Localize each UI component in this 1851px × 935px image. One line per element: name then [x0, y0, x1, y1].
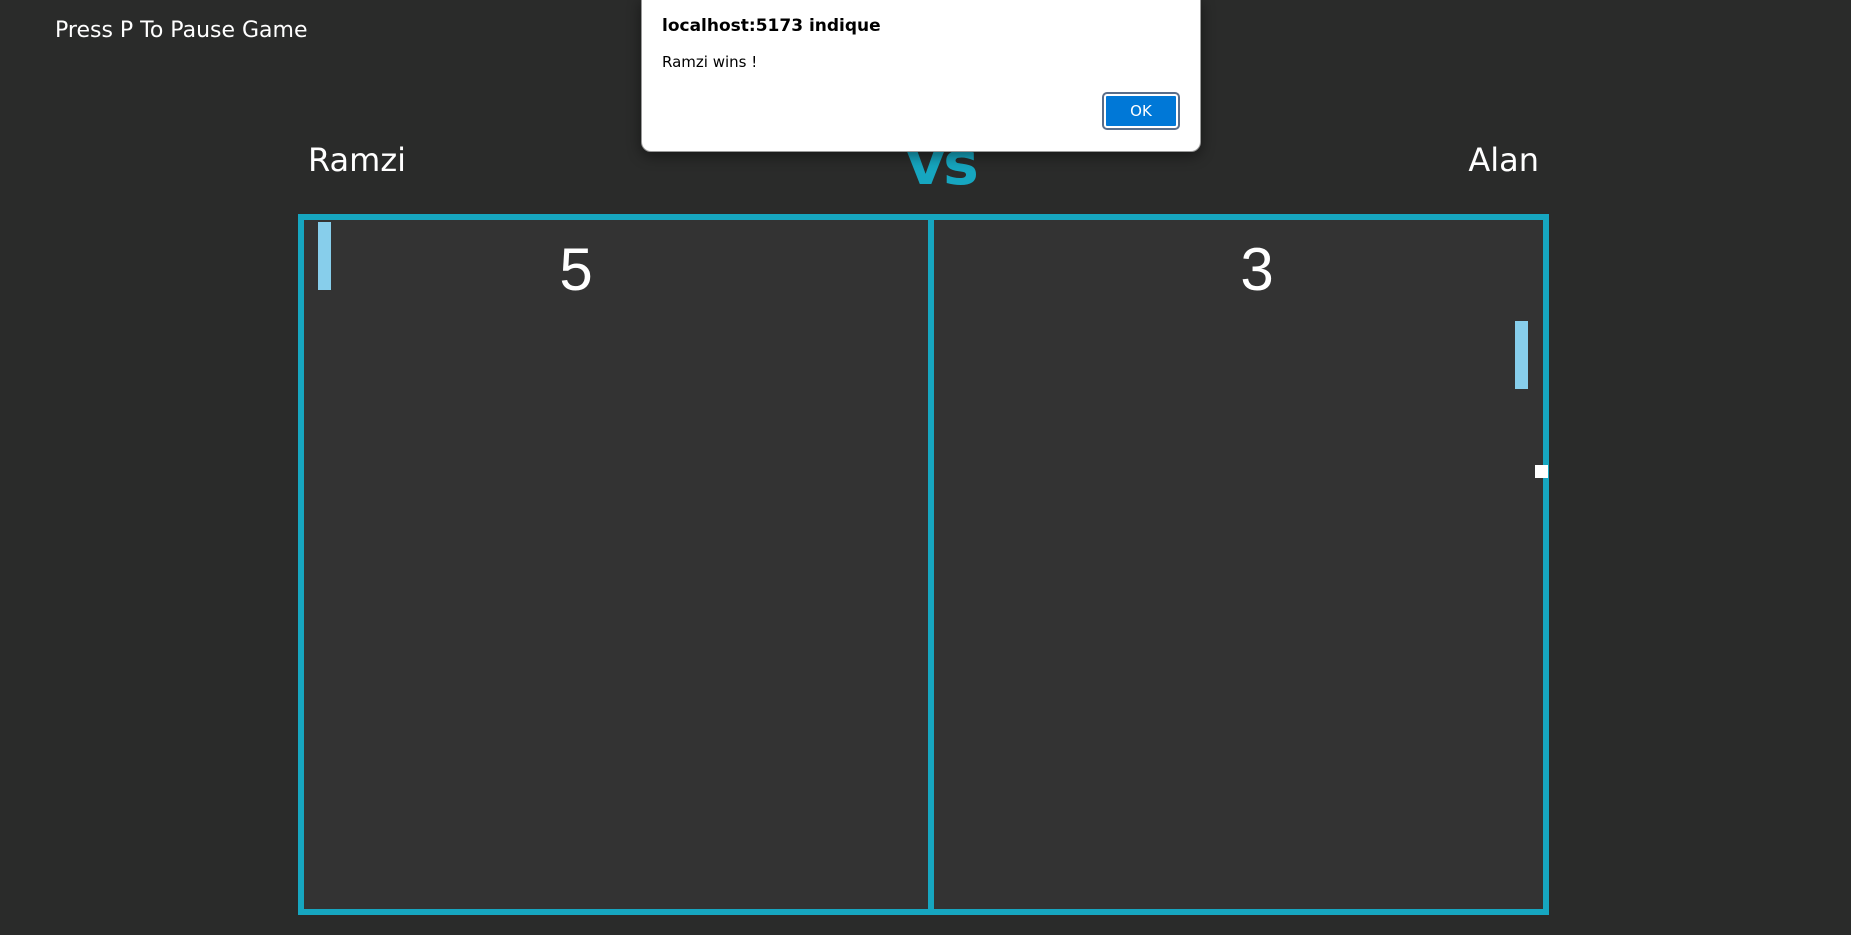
game-board[interactable]: 5 3 — [298, 214, 1549, 915]
center-line — [928, 220, 934, 909]
paddle-right — [1515, 321, 1528, 389]
player-left-name: Ramzi — [308, 141, 406, 179]
score-left: 5 — [559, 236, 593, 303]
player-right-name: Alan — [1468, 141, 1539, 179]
ball — [1535, 465, 1548, 478]
alert-dialog: localhost:5173 indique Ramzi wins ! OK — [641, 0, 1201, 152]
game-page: Press P To Pause Game Ramzi vs Alan 5 3 … — [0, 0, 1851, 935]
paddle-left — [318, 222, 331, 290]
dialog-message: Ramzi wins ! — [662, 53, 758, 71]
dialog-title: localhost:5173 indique — [662, 16, 881, 36]
pause-hint: Press P To Pause Game — [55, 18, 308, 43]
score-right: 3 — [1240, 236, 1274, 303]
ok-button[interactable]: OK — [1102, 92, 1180, 130]
